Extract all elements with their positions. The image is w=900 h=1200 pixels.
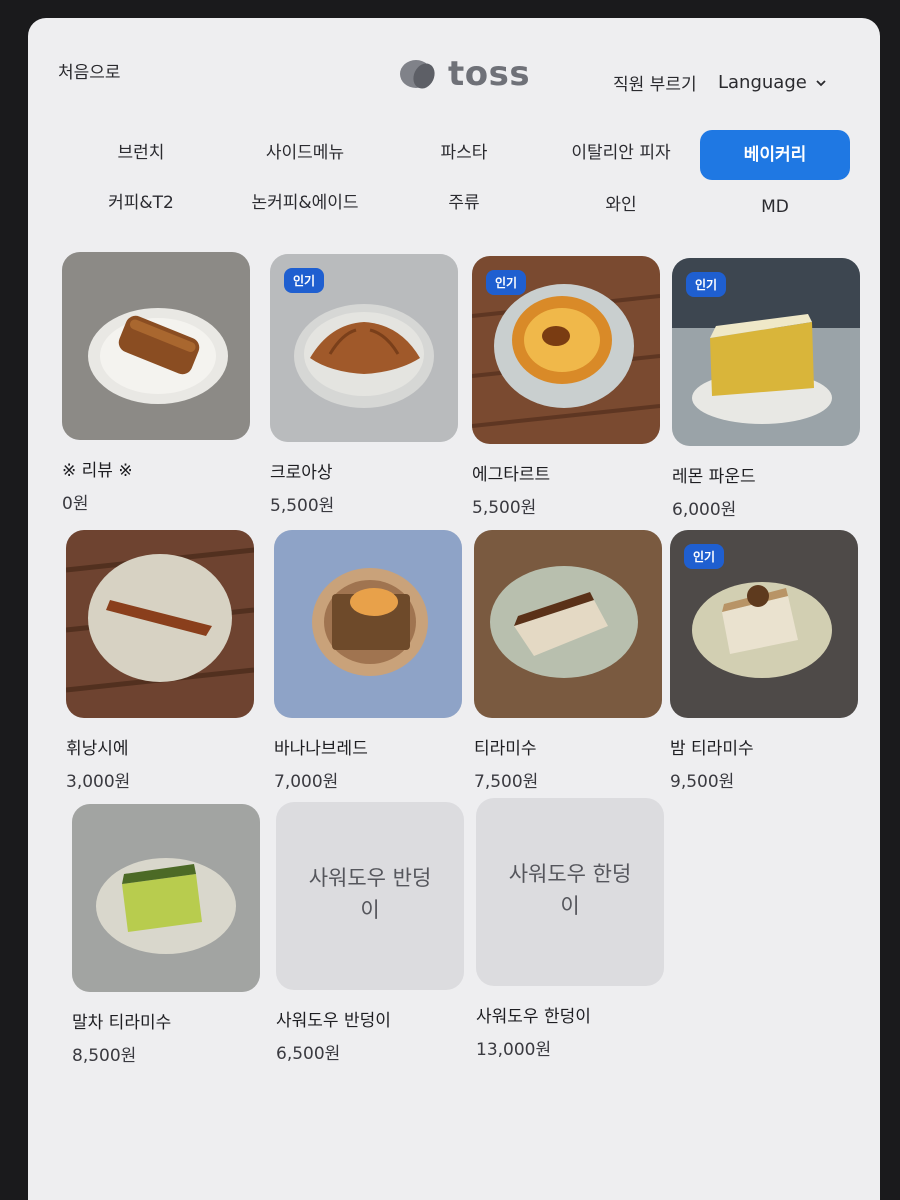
- tab-non-coffee-ade[interactable]: 논커피&에이드: [230, 178, 380, 228]
- tab-brunch[interactable]: 브런치: [66, 128, 216, 178]
- popular-badge: 인기: [684, 544, 725, 569]
- product-name: 사워도우 반덩이: [276, 1011, 391, 1031]
- tab-bakery[interactable]: 베이커리: [700, 130, 850, 180]
- call-staff-button[interactable]: 직원 부르기: [613, 70, 697, 95]
- product-image: [62, 252, 250, 440]
- product-price: 9,500원: [670, 772, 735, 792]
- tab-wine[interactable]: 와인: [546, 180, 696, 230]
- product-card[interactable]: 인기 에그타르트 5,500원: [472, 256, 660, 518]
- financier-photo: [62, 252, 250, 440]
- product-image: 인기: [670, 530, 858, 718]
- brand-name: toss: [448, 54, 531, 94]
- toss-logo-icon: [400, 60, 435, 89]
- placeholder-text: 사워도우 한덩 이: [508, 862, 632, 918]
- product-price: 6,500원: [276, 1044, 341, 1064]
- tab-pasta[interactable]: 파스타: [389, 128, 539, 178]
- product-image-placeholder: 사워도우 반덩 이: [276, 802, 464, 990]
- tab-italian-pizza[interactable]: 이탈리안 피자: [546, 128, 696, 178]
- product-price: 7,500원: [474, 772, 539, 792]
- tab-side-menu[interactable]: 사이드메뉴: [230, 128, 380, 178]
- product-image: [474, 530, 662, 718]
- product-card[interactable]: 인기 레몬 파운드 6,000원: [672, 258, 860, 520]
- product-card[interactable]: 사워도우 한덩 이 사워도우 한덩이 13,000원: [476, 798, 664, 1060]
- product-price: 13,000원: [476, 1040, 552, 1060]
- product-name: 바나나브레드: [274, 739, 368, 759]
- language-selector[interactable]: Language: [718, 72, 827, 93]
- product-name: 티라미수: [474, 739, 537, 759]
- product-card[interactable]: 바나나브레드 7,000원: [274, 530, 462, 792]
- matcha-tiramisu-photo: [72, 804, 260, 992]
- product-image: [274, 530, 462, 718]
- product-price: 5,500원: [472, 498, 537, 518]
- product-price: 0원: [62, 494, 89, 514]
- product-image: [66, 530, 254, 718]
- chevron-down-icon: [816, 79, 826, 86]
- product-name: 에그타르트: [472, 465, 551, 485]
- popular-badge: 인기: [486, 270, 527, 295]
- product-name: 사워도우 한덩이: [476, 1007, 591, 1027]
- financier-2-photo: [66, 530, 254, 718]
- product-card[interactable]: ※ 리뷰 ※ 0원: [62, 252, 250, 514]
- product-name: 레몬 파운드: [672, 467, 756, 487]
- product-name: 밤 티라미수: [670, 739, 754, 759]
- product-image: 인기: [472, 256, 660, 444]
- product-card[interactable]: 인기 크로아상 5,500원: [270, 254, 458, 516]
- product-price: 3,000원: [66, 772, 131, 792]
- product-image-placeholder: 사워도우 한덩 이: [476, 798, 664, 986]
- product-image: 인기: [672, 258, 860, 446]
- home-button[interactable]: 처음으로: [58, 58, 121, 83]
- tiramisu-photo: [474, 530, 662, 718]
- product-name: 휘낭시에: [66, 739, 129, 759]
- language-label: Language: [718, 72, 807, 93]
- product-card[interactable]: 휘낭시에 3,000원: [66, 530, 254, 792]
- banana-bread-photo: [274, 530, 462, 718]
- product-image: [72, 804, 260, 992]
- product-image: 인기: [270, 254, 458, 442]
- product-card[interactable]: 말차 티라미수 8,500원: [72, 804, 260, 1066]
- tab-md[interactable]: MD: [700, 182, 850, 232]
- product-price: 7,000원: [274, 772, 339, 792]
- tab-liquor[interactable]: 주류: [389, 178, 539, 228]
- top-bar: 처음으로 toss 직원 부르기 Language: [28, 18, 880, 118]
- tab-coffee-t2[interactable]: 커피&T2: [66, 178, 216, 228]
- popular-badge: 인기: [284, 268, 325, 293]
- product-name: 크로아상: [270, 463, 333, 483]
- product-card[interactable]: 티라미수 7,500원: [474, 530, 662, 792]
- popular-badge: 인기: [686, 272, 727, 297]
- kiosk-screen: 처음으로 toss 직원 부르기 Language 브런치 사이드메뉴 파스타 …: [28, 18, 880, 1200]
- placeholder-text: 사워도우 반덩 이: [308, 866, 432, 922]
- product-name: ※ 리뷰 ※: [62, 461, 133, 481]
- brand: toss: [396, 52, 530, 96]
- product-price: 6,000원: [672, 500, 737, 520]
- product-card[interactable]: 인기 밤 티라미수 9,500원: [670, 530, 858, 792]
- product-price: 5,500원: [270, 496, 335, 516]
- product-card[interactable]: 사워도우 반덩 이 사워도우 반덩이 6,500원: [276, 802, 464, 1064]
- product-price: 8,500원: [72, 1046, 137, 1066]
- product-name: 말차 티라미수: [72, 1013, 172, 1033]
